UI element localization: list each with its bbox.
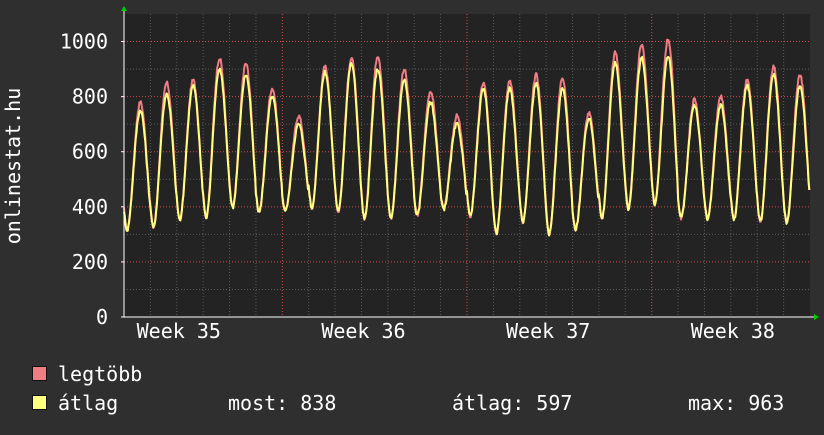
y-axis-arrow-icon — [121, 6, 127, 11]
chart-panel: 0 200 400 600 800 1000 Week 35 Week 36 Week 37 W… — [0, 0, 824, 430]
y-axis-ticks: 0 200 400 600 800 1000 — [60, 30, 124, 329]
y-tick-label: 800 — [72, 85, 108, 109]
x-axis-arrow-icon — [814, 314, 819, 320]
y-axis-label: onlinestat.hu — [1, 88, 25, 245]
x-tick-label: Week 38 — [691, 319, 775, 343]
y-tick-label: 0 — [96, 305, 108, 329]
x-tick-label: Week 37 — [506, 319, 590, 343]
y-tick-label: 1000 — [60, 30, 108, 54]
y-tick-label: 400 — [72, 195, 108, 219]
y-tick-label: 600 — [72, 140, 108, 164]
x-axis-ticks: Week 35 Week 36 Week 37 Week 38 — [137, 319, 775, 343]
y-tick-label: 200 — [72, 250, 108, 274]
x-tick-label: Week 36 — [321, 319, 405, 343]
x-tick-label: Week 35 — [137, 319, 221, 343]
line-chart: 02004006008001000 Week 35 Week 36 Week 37 W… — [1, 6, 819, 343]
